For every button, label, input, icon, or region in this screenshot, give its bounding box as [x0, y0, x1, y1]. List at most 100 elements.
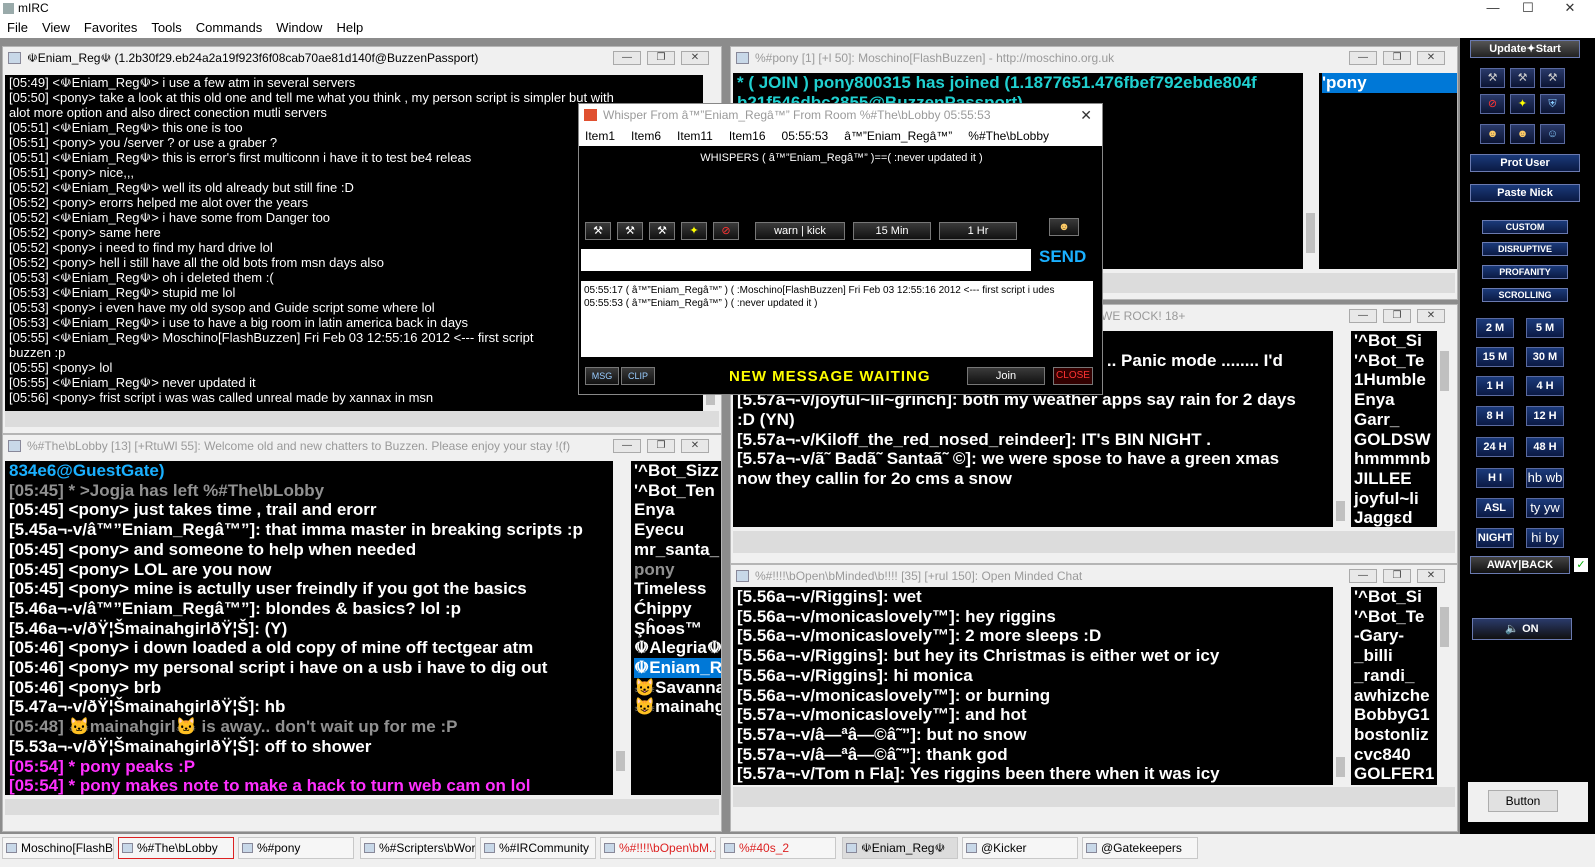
ban-12h-button[interactable]: 12 H: [1526, 406, 1564, 426]
window-minimize-button[interactable]: —: [613, 439, 641, 453]
chat-input[interactable]: [733, 787, 1455, 807]
nick-item[interactable]: Enya: [634, 500, 721, 520]
nick-item[interactable]: Ćhippy: [634, 599, 721, 619]
nick-item[interactable]: cvc840: [1354, 745, 1437, 765]
generic-button[interactable]: Button: [1488, 790, 1558, 812]
close-button[interactable]: ✕: [1555, 0, 1585, 18]
users-icon[interactable]: ☻: [1049, 218, 1079, 236]
nick-item[interactable]: '^Bot_Sizz: [634, 461, 721, 481]
msg-button[interactable]: MSG: [585, 367, 619, 385]
nicklist-scrollbar[interactable]: [1437, 331, 1452, 527]
ban-2m-button[interactable]: 2 M: [1476, 318, 1514, 338]
chat-input[interactable]: [5, 411, 719, 427]
nick-item[interactable]: '^Bot_Te: [1354, 607, 1437, 627]
nick-item[interactable]: JILLEE: [1354, 469, 1437, 489]
ban-5m-button[interactable]: 5 M: [1526, 318, 1564, 338]
hb-wb-button[interactable]: hb wb: [1526, 468, 1564, 488]
menu-commands[interactable]: Commands: [189, 18, 269, 38]
window-restore-button[interactable]: ❐: [1383, 569, 1411, 583]
nick-item[interactable]: 😺mainahg: [634, 697, 721, 717]
menu-help[interactable]: Help: [329, 18, 370, 38]
whisper-dialog[interactable]: Whisper From â™”Eniam_Regâ™” From Room %…: [578, 103, 1103, 395]
disruptive-button[interactable]: DISRUPTIVE: [1482, 242, 1568, 256]
menu-item[interactable]: Item11: [677, 129, 713, 143]
hi-by-button[interactable]: hi by: [1526, 528, 1564, 548]
clip-button[interactable]: CLIP: [621, 367, 655, 385]
nick-item[interactable]: '^Bot_Si: [1354, 587, 1437, 607]
scrolling-button[interactable]: SCROLLING: [1482, 288, 1568, 302]
profanity-button[interactable]: PROFANITY: [1482, 265, 1568, 279]
nick-item[interactable]: joyful~li: [1354, 489, 1437, 509]
star-icon[interactable]: ✦: [681, 222, 707, 240]
nick-item[interactable]: '^Bot_Ten: [634, 481, 721, 501]
menu-item[interactable]: â™”Eniam_Regâ™”: [844, 129, 952, 143]
menu-view[interactable]: View: [35, 18, 77, 38]
lobby-window[interactable]: %#The\bLobby [13] [+RtuWl 55]: Welcome o…: [2, 434, 722, 832]
window-restore-button[interactable]: ❐: [647, 51, 675, 65]
join-button[interactable]: Join: [967, 367, 1045, 385]
ban-1hr-button[interactable]: 1 Hr: [939, 222, 1017, 240]
nick-item[interactable]: _billi: [1354, 646, 1437, 666]
nick-item[interactable]: GOLDSW: [1354, 430, 1437, 450]
chat-input[interactable]: [5, 799, 719, 815]
close-whisper-button[interactable]: CLOSE: [1053, 367, 1093, 385]
tab-gatekeepers[interactable]: @Gatekeepers: [1082, 837, 1198, 859]
shield-icon[interactable]: ⛨: [1540, 94, 1565, 114]
nick-item[interactable]: '^Bot_Si: [1354, 331, 1437, 351]
menu-file[interactable]: File: [0, 18, 35, 38]
chat-output[interactable]: [5.56a¬-v/Riggins]: wet [5.56a¬-v/monicas…: [733, 587, 1333, 785]
paste-nick-button[interactable]: Paste Nick: [1470, 184, 1580, 202]
scrollbar[interactable]: [1333, 331, 1348, 527]
nick-item[interactable]: Eyecu: [634, 520, 721, 540]
sound-toggle[interactable]: 🔈 ON: [1472, 618, 1572, 640]
ban-icon[interactable]: ⊘: [1480, 94, 1505, 114]
whisper-close-icon[interactable]: ✕: [1080, 104, 1092, 126]
ban-icon[interactable]: ⊘: [713, 222, 739, 240]
away-checkbox[interactable]: ✓: [1574, 558, 1588, 572]
window-minimize-button[interactable]: —: [1349, 569, 1377, 583]
user-icon[interactable]: ☻: [1480, 124, 1505, 144]
minimize-button[interactable]: —: [1478, 0, 1508, 18]
window-close-button[interactable]: ✕: [681, 51, 709, 65]
window-restore-button[interactable]: ❐: [1383, 51, 1411, 65]
hammer-icon[interactable]: ⚒: [649, 222, 675, 240]
window-restore-button[interactable]: ❐: [1383, 309, 1411, 323]
hammer-icon[interactable]: ⚒: [1510, 68, 1535, 88]
menu-item[interactable]: 05:55:53: [782, 129, 829, 143]
hammer-icon[interactable]: ⚒: [585, 222, 611, 240]
window-minimize-button[interactable]: —: [1349, 51, 1377, 65]
tab-openminded[interactable]: %#!!!!\bOpen\bM...: [600, 837, 716, 859]
nick-item[interactable]: awhizche: [1354, 686, 1437, 706]
ban-48h-button[interactable]: 48 H: [1526, 437, 1564, 457]
whisper-input[interactable]: [581, 249, 1031, 271]
menu-window[interactable]: Window: [269, 18, 329, 38]
menu-item[interactable]: Item1: [585, 129, 615, 143]
tab-lobby[interactable]: %#The\bLobby: [118, 837, 234, 859]
tab-kicker[interactable]: @Kicker: [962, 837, 1078, 859]
nick-item[interactable]: mr_santa_: [634, 540, 721, 560]
window-minimize-button[interactable]: —: [1349, 309, 1377, 323]
nick-list[interactable]: '^Bot_Sizz '^Bot_Ten Enya Eyecu mr_santa_ pon…: [631, 461, 721, 795]
ban-15m-button[interactable]: 15 M: [1476, 347, 1514, 367]
nick-list[interactable]: '^Bot_Si '^Bot_Te -Gary- _billi _randi_ awhiz…: [1351, 587, 1437, 785]
custom-button[interactable]: CUSTOM: [1482, 220, 1568, 234]
nick-item[interactable]: Timeless: [634, 579, 721, 599]
scrollbar[interactable]: [1333, 587, 1348, 785]
nick-item[interactable]: ☫Alegria☫: [634, 638, 721, 658]
nick-item[interactable]: '^Bot_Te: [1354, 351, 1437, 371]
nick-item[interactable]: BobbyG1: [1354, 705, 1437, 725]
nick-item[interactable]: Garr_: [1354, 410, 1437, 430]
ban-30m-button[interactable]: 30 M: [1526, 347, 1564, 367]
window-restore-button[interactable]: ❐: [647, 439, 675, 453]
nick-item[interactable]: Enya: [1354, 390, 1437, 410]
scrollbar[interactable]: [1303, 73, 1318, 269]
nick-item[interactable]: _randi_: [1354, 666, 1437, 686]
nick-item[interactable]: Şĥoəs™: [634, 619, 721, 639]
scrollbar[interactable]: [613, 461, 628, 795]
nicklist-scrollbar[interactable]: [1437, 587, 1452, 785]
window-minimize-button[interactable]: —: [613, 51, 641, 65]
menu-favorites[interactable]: Favorites: [77, 18, 144, 38]
hi-button[interactable]: H I: [1476, 468, 1514, 488]
tab-eniam[interactable]: ☫Eniam_Reg☫: [842, 837, 958, 859]
nick-item[interactable]: GOLFER1: [1354, 764, 1437, 784]
